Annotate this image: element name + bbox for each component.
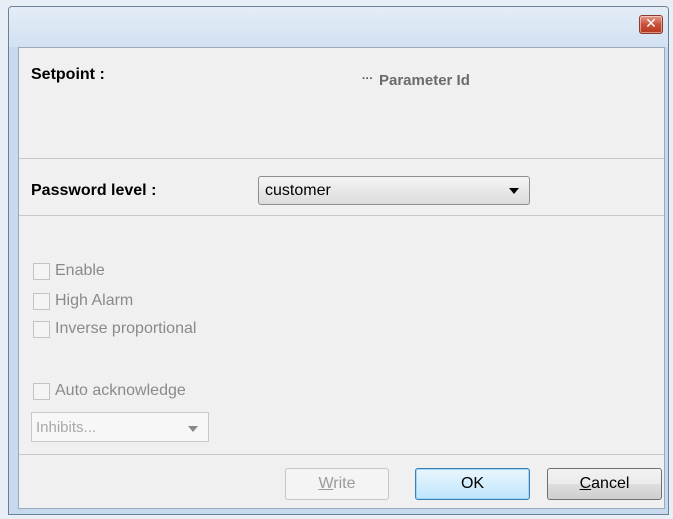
high-alarm-label: High Alarm [55, 292, 134, 309]
divider [19, 215, 664, 216]
cancel-label-rest: ancel [591, 475, 630, 492]
inverse-proportional-label: Inverse proportional [55, 320, 197, 337]
ok-button[interactable]: OK [415, 468, 530, 500]
cancel-button[interactable]: Cancel [547, 468, 662, 500]
title-bar[interactable]: ✕ [9, 7, 668, 47]
password-level-select[interactable]: customer [258, 176, 530, 205]
dialog-window: ✕ Setpoint : ··· Parameter Id Password le… [8, 6, 669, 515]
close-button[interactable]: ✕ [639, 15, 663, 34]
enable-label: Enable [55, 262, 105, 279]
auto-acknowledge-label: Auto acknowledge [55, 382, 186, 399]
inhibits-dropdown[interactable]: Inhibits... [31, 412, 209, 442]
dialog-client-area: Setpoint : ··· Parameter Id Password leve… [18, 47, 665, 509]
inverse-proportional-checkbox[interactable] [33, 321, 50, 338]
write-label-rest: rite [333, 475, 356, 492]
chevron-down-icon [188, 426, 198, 432]
cancel-mnemonic: C [579, 475, 592, 492]
password-level-label: Password level : [31, 182, 157, 199]
title-ghost-text [17, 17, 77, 31]
write-button[interactable]: Write [285, 468, 389, 500]
parameter-id: ··· Parameter Id [362, 72, 470, 89]
divider [19, 158, 664, 159]
divider [19, 454, 664, 455]
password-level-value: customer [265, 182, 331, 199]
inhibits-placeholder: Inhibits... [36, 419, 97, 436]
close-icon: ✕ [645, 16, 657, 32]
auto-acknowledge-checkbox[interactable] [33, 383, 50, 400]
parameter-id-label: Parameter Id [379, 72, 470, 89]
ellipsis-icon: ··· [362, 73, 373, 85]
chevron-down-icon [509, 188, 519, 194]
enable-checkbox[interactable] [33, 263, 50, 280]
high-alarm-checkbox[interactable] [33, 293, 50, 310]
write-mnemonic: W [318, 475, 334, 492]
setpoint-label: Setpoint : [31, 66, 105, 83]
